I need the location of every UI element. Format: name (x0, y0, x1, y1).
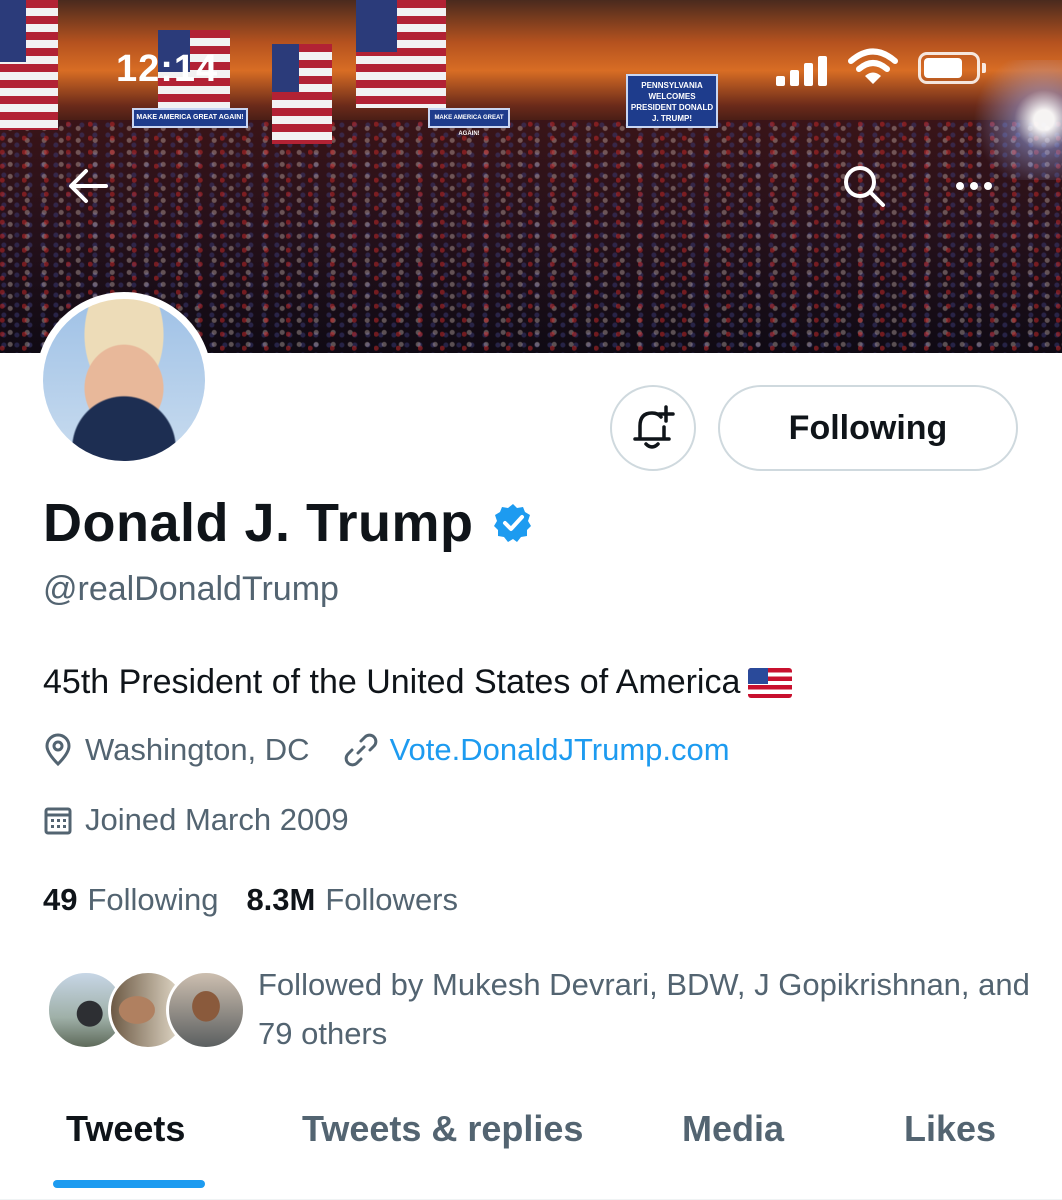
profile-meta: Washington, DC Vote.DonaldJTrump.com (43, 732, 730, 768)
profile-bio: 45th President of the United States of A… (43, 663, 793, 702)
followers-count: 8.3M (246, 882, 316, 917)
bio-text: 45th President of the United States of A… (43, 663, 741, 701)
location: Washington, DC (43, 732, 310, 768)
avatar (166, 970, 246, 1050)
location-pin-icon (45, 733, 71, 767)
us-flag-icon (748, 667, 793, 698)
profile-avatar[interactable] (36, 292, 212, 468)
tab-media[interactable]: Media (682, 1108, 784, 1150)
profile-tabs: Tweets Tweets & replies Media Likes (0, 1090, 1062, 1200)
profile-handle: @realDonaldTrump (43, 570, 339, 608)
avatar-photo (43, 299, 205, 461)
banner-flag (0, 0, 58, 130)
more-icon[interactable] (944, 156, 1004, 216)
following-label: Following (87, 882, 219, 917)
follower-avatars (46, 966, 246, 1050)
status-time: 12:14 (116, 48, 219, 90)
banner-sign: MAKE AMERICA GREAT AGAIN! (428, 108, 510, 137)
cellular-signal-icon (776, 54, 832, 86)
banner-sign: MAKE AMERICA GREAT AGAIN! (132, 108, 248, 128)
calendar-icon (44, 807, 72, 835)
search-icon[interactable] (834, 156, 894, 216)
active-tab-indicator (53, 1180, 205, 1188)
joined-text: Joined March 2009 (85, 802, 349, 837)
profile-stats: 49 Following 8.3M Followers (43, 882, 486, 918)
banner-sign: PENNSYLVANIA WELCOMES PRESIDENT DONALD J… (626, 74, 718, 128)
banner-flag (356, 0, 446, 108)
notifications-button[interactable] (610, 385, 696, 471)
following-button[interactable]: Following (718, 385, 1018, 471)
profile-name: Donald J. Trump (43, 493, 474, 553)
following-count-link[interactable]: 49 Following (43, 882, 218, 918)
joined-date: Joined March 2009 (43, 802, 349, 838)
location-text: Washington, DC (85, 732, 310, 767)
profile-joined: Joined March 2009 (43, 802, 349, 838)
bell-plus-icon (633, 405, 675, 449)
profile-name-row: Donald J. Trump (43, 492, 534, 554)
back-icon[interactable] (58, 156, 118, 216)
followers-label: Followers (325, 882, 459, 917)
tab-tweets-and-replies[interactable]: Tweets & replies (302, 1108, 583, 1150)
followed-by[interactable]: Followed by Mukesh Devrari, BDW, J Gopik… (46, 966, 1030, 1051)
website[interactable]: Vote.DonaldJTrump.com (344, 732, 730, 768)
battery-icon (918, 52, 986, 84)
followers-count-link[interactable]: 8.3M Followers (246, 882, 458, 918)
verified-badge-icon (493, 504, 531, 542)
tab-tweets[interactable]: Tweets (66, 1108, 185, 1150)
banner-flag (272, 44, 332, 144)
following-count: 49 (43, 882, 78, 917)
wifi-icon (848, 48, 898, 84)
followed-by-text: Followed by Mukesh Devrari, BDW, J Gopik… (258, 967, 1030, 1051)
website-link[interactable]: Vote.DonaldJTrump.com (390, 732, 730, 768)
link-icon (344, 733, 377, 767)
tab-likes[interactable]: Likes (904, 1108, 996, 1150)
